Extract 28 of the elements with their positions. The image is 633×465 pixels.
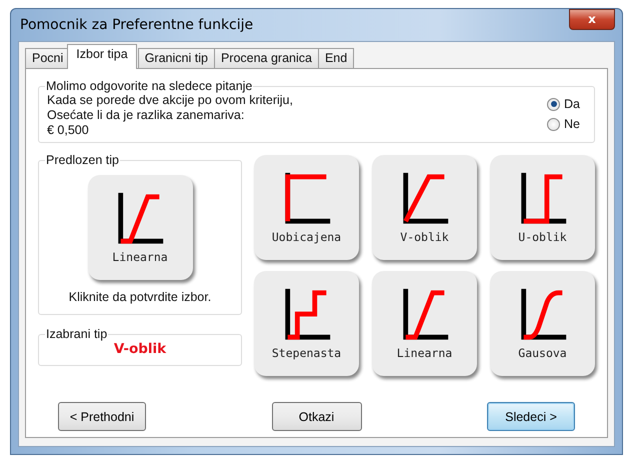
- function-type-tile[interactable]: V-oblik: [372, 155, 477, 260]
- radio-button[interactable]: [547, 98, 560, 110]
- function-type-tile[interactable]: Gausova: [490, 271, 595, 376]
- tab[interactable]: Granicni tip: [138, 48, 215, 69]
- close-button[interactable]: x: [569, 8, 615, 30]
- function-type-tile[interactable]: Linearna: [88, 175, 192, 280]
- group-title: Izabrani tip: [45, 327, 108, 341]
- back-button[interactable]: < Prethodni: [58, 402, 146, 431]
- function-type-tile[interactable]: U-oblik: [490, 155, 595, 260]
- window-title: Pomocnik za Preferentne funkcije: [19, 17, 254, 33]
- group-title: Predlozen tip: [45, 153, 120, 167]
- question-text: Osećate li da je razlika zanemariva:: [47, 108, 246, 123]
- radio-label[interactable]: Ne: [564, 117, 580, 131]
- chosen-type-text: V-oblik: [112, 341, 168, 359]
- cancel-button[interactable]: Otkazi: [272, 402, 362, 431]
- function-type-tile[interactable]: Stepenasta: [254, 271, 359, 376]
- tab[interactable]: End: [318, 48, 354, 69]
- group-title: Molimo odgovorite na sledece pitanje: [45, 79, 254, 93]
- radio-label[interactable]: Da: [564, 97, 580, 111]
- question-text: Kada se porede dve akcije po ovom kriteriju,: [47, 93, 293, 108]
- radio-button[interactable]: [547, 118, 560, 130]
- tab[interactable]: Izbor tipa: [67, 44, 137, 69]
- tab[interactable]: Procena granica: [214, 48, 319, 69]
- hint-text: Kliknite da potvrdite izbor.: [68, 290, 212, 304]
- question-text: € 0,500: [47, 123, 90, 138]
- function-type-tile[interactable]: Uobicajena: [254, 155, 359, 260]
- function-type-tile[interactable]: Linearna: [372, 271, 477, 376]
- next-button[interactable]: Sledeci >: [487, 402, 575, 431]
